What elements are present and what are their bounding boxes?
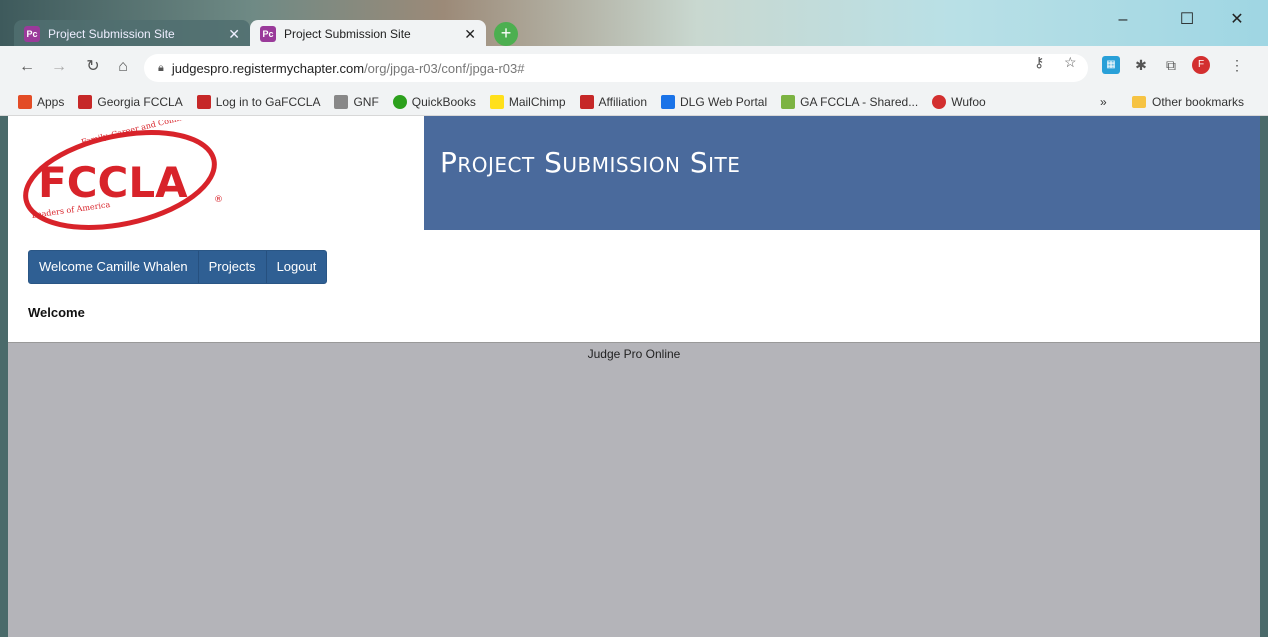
bookmark-mailchimp[interactable]: MailChimp — [489, 94, 566, 109]
reload-icon[interactable]: ↻ — [80, 54, 106, 80]
mailchimp-icon — [489, 94, 504, 109]
home-icon[interactable]: ⌂ — [110, 54, 136, 80]
close-icon[interactable]: ✕ — [464, 26, 476, 43]
tab-favicon-icon: Pc — [24, 26, 40, 42]
bookmark-quickbooks[interactable]: QuickBooks — [392, 94, 476, 109]
shared-drive-icon — [781, 94, 796, 109]
bookmark-georgia-fccla[interactable]: Georgia FCCLA — [78, 94, 183, 109]
quickbooks-icon — [392, 94, 407, 109]
nav-logout[interactable]: Logout — [267, 251, 327, 283]
page-title: Project Submission Site — [440, 146, 741, 179]
nav-projects[interactable]: Projects — [199, 251, 267, 283]
bookmark-wufoo[interactable]: Wufoo — [932, 94, 986, 109]
nav-welcome-user[interactable]: Welcome Camille Whalen — [29, 251, 199, 283]
dlg-icon — [661, 94, 675, 109]
back-arrow-icon[interactable]: ← — [14, 54, 40, 80]
tab-title: Project Submission Site — [48, 27, 175, 41]
address-host: judgespro.registermychapter.com — [171, 60, 365, 76]
minimize-icon[interactable]: – — [1100, 6, 1146, 34]
bookmarks-bar: Apps Georgia FCCLA Log in to GaFCCLA GNF… — [0, 88, 1268, 116]
browser-toolbar: ← → ↻ ⌂ 🔒︎ judgespro.registermychapter.c… — [0, 46, 1268, 88]
star-icon[interactable]: ☆ — [1064, 54, 1077, 71]
other-bookmarks-folder[interactable]: Other bookmarks — [1132, 88, 1244, 116]
fccla-logo: FCCLA Family, Career and Community Leade… — [23, 120, 223, 230]
extension-grid-icon[interactable]: ▦ — [1102, 56, 1120, 74]
address-bar[interactable]: 🔒︎ judgespro.registermychapter.com/org/j… — [144, 54, 1088, 82]
profile-avatar[interactable]: F — [1192, 56, 1210, 74]
site-banner: Project Submission Site — [424, 116, 1260, 230]
cast-icon[interactable]: ⧉ — [1162, 56, 1180, 74]
puzzle-icon[interactable]: ✱ — [1132, 56, 1150, 74]
lock-icon: 🔒︎ — [158, 61, 164, 74]
welcome-heading: Welcome — [28, 305, 85, 320]
bookmark-login-gafccla[interactable]: Log in to GaFCCLA — [196, 94, 320, 109]
page-viewport: FCCLA Family, Career and Community Leade… — [8, 116, 1260, 637]
bookmark-gnf[interactable]: GNF — [334, 94, 379, 109]
browser-tab-2[interactable]: Pc Project Submission Site ✕ — [250, 20, 486, 48]
folder-icon — [1132, 96, 1146, 108]
gnf-icon — [334, 94, 349, 109]
new-tab-button[interactable]: + — [494, 22, 518, 46]
fccla-icon — [579, 94, 594, 109]
logo-main-text: FCCLA — [38, 158, 188, 207]
bookmark-apps[interactable]: Apps — [18, 94, 64, 109]
bookmark-affiliation[interactable]: Affiliation — [579, 94, 647, 109]
menu-kebab-icon[interactable]: ⋮ — [1228, 56, 1246, 74]
tab-favicon-icon: Pc — [260, 26, 276, 42]
bookmarks-overflow-button[interactable]: » — [1100, 88, 1107, 116]
main-nav: Welcome Camille Whalen Projects Logout — [28, 250, 328, 284]
close-icon[interactable]: ✕ — [228, 26, 240, 43]
page-content: FCCLA Family, Career and Community Leade… — [8, 116, 1260, 343]
logo-registered: ® — [214, 195, 223, 205]
key-icon[interactable]: ⚷ — [1034, 54, 1044, 71]
footer-text: Judge Pro Online — [587, 347, 681, 361]
maximize-icon[interactable]: ☐ — [1164, 6, 1210, 34]
tab-title: Project Submission Site — [284, 27, 411, 41]
address-path: /org/jpga-r03/conf/jpga-r03# — [364, 60, 525, 76]
bookmark-dlg-web-portal[interactable]: DLG Web Portal — [661, 94, 767, 109]
fccla-icon — [196, 94, 211, 109]
bookmark-ga-fccla-shared[interactable]: GA FCCLA - Shared... — [781, 94, 918, 109]
wufoo-icon — [932, 94, 947, 109]
window-close-icon[interactable]: ✕ — [1214, 6, 1260, 34]
browser-tab-1[interactable]: Pc Project Submission Site ✕ — [14, 20, 250, 48]
forward-arrow-icon[interactable]: → — [46, 54, 72, 80]
browser-titlebar: Pc Project Submission Site ✕ Pc Project … — [0, 0, 1268, 48]
apps-grid-icon — [18, 94, 32, 109]
fccla-icon — [78, 94, 93, 109]
